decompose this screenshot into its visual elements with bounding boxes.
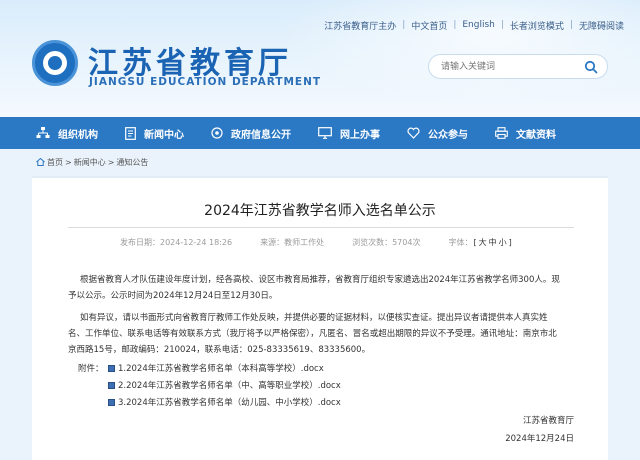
heart-icon <box>407 127 420 139</box>
article-title: 2024年江苏省教学名师入选名单公示 <box>204 203 436 219</box>
nav-item-public-participation[interactable]: 公众参与 <box>407 117 468 149</box>
attachment-name: 2.2024年江苏省教学名师名单（中、高等职业学校）.docx <box>118 381 341 391</box>
top-link-host[interactable]: 江苏省教育厅主办 <box>318 19 402 32</box>
font-size-label: 字体： <box>448 237 473 247</box>
attachment-link-2[interactable]: 2.2024年江苏省教学名师名单（中、高等职业学校）.docx <box>108 379 341 391</box>
site-logo-icon[interactable] <box>32 40 78 86</box>
paragraph-line: 名、工作单位、联系电话等有效联系方式（我厅将予以严格保密），凡匿名、冒名或超出期… <box>68 329 557 339</box>
monitor-icon <box>318 127 332 139</box>
signature-org: 江苏省教育厅 <box>522 416 574 426</box>
article-paragraph-2: 如有异议，请以书面形式向省教育厅教师工作处反映，并提供必要的证据材料，以便核实查… <box>68 310 576 326</box>
home-icon <box>36 158 45 166</box>
search-icon[interactable] <box>584 60 598 74</box>
attachment-row: 2.2024年江苏省教学名师名单（中、高等职业学校）.docx <box>78 378 341 392</box>
font-bracket: [ <box>473 237 477 247</box>
font-size-medium-button[interactable]: 中 <box>488 238 498 247</box>
site-header: 江苏省教育厅主办 | 中文首页 | English | 长者浏览模式 | 无障碍… <box>0 0 640 117</box>
attachment-row: 附件： 1.2024年江苏省教学名师名单（本科高等学校）.docx <box>78 361 324 375</box>
nav-label: 组织机构 <box>58 129 98 141</box>
breadcrumb-news[interactable]: 新闻中心 <box>74 157 106 168</box>
publish-date: 发布日期：2024-12-24 18:26 <box>120 237 233 247</box>
nav-item-online-services[interactable]: 网上办事 <box>318 117 380 149</box>
attachment-name: 1.2024年江苏省教学名师名单（本科高等学校）.docx <box>118 364 324 374</box>
article-paragraph-2-cont2: 京西路15号，邮政编码：210024，联系电话：025-83335619、833… <box>68 342 576 358</box>
printer-icon <box>495 127 508 139</box>
breadcrumb-home[interactable]: 首页 <box>47 157 63 168</box>
paragraph-line: 如有异议，请以书面形式向省教育厅教师工作处反映，并提供必要的证据材料，以便核实查… <box>80 313 548 323</box>
attachment-link-3[interactable]: 3.2024年江苏省教学名师名单（幼儿园、中小学校）.docx <box>108 396 341 408</box>
attachments-label: 附件： <box>78 364 104 374</box>
top-link-chinese-home[interactable]: 中文首页 <box>405 19 453 32</box>
font-bracket: ] <box>508 237 512 247</box>
signature-date: 2024年12月24日 <box>505 434 574 444</box>
top-link-accessibility[interactable]: 无障碍阅读 <box>573 19 630 32</box>
nav-item-organization[interactable]: 组织机构 <box>36 117 98 149</box>
logo-center <box>48 56 62 70</box>
article-meta: 发布日期：2024-12-24 18:26 来源：教师工作处 浏览次数：5704… <box>120 236 513 248</box>
attachment-link-1[interactable]: 1.2024年江苏省教学名师名单（本科高等学校）.docx <box>108 362 324 374</box>
nav-label: 网上办事 <box>340 129 380 141</box>
docx-icon <box>108 381 115 389</box>
org-chart-icon <box>36 127 50 138</box>
article-paragraph-2-cont: 名、工作单位、联系电话等有效联系方式（我厅将予以严格保密），凡匿名、冒名或超出期… <box>68 326 576 342</box>
font-size-small-button[interactable]: 小 <box>498 238 508 247</box>
article-paragraph-1-cont: 予以公示。公示时间为2024年12月24日至12月30日。 <box>68 288 576 304</box>
target-icon <box>211 127 223 139</box>
nav-label: 政府信息公开 <box>231 129 291 141</box>
attachment-name: 3.2024年江苏省教学名师名单（幼儿园、中小学校）.docx <box>118 398 341 408</box>
font-size-large-button[interactable]: 大 <box>478 238 488 247</box>
top-links: 江苏省教育厅主办 | 中文首页 | English | 长者浏览模式 | 无障碍… <box>318 18 630 32</box>
main-nav: 组织机构 新闻中心 政府信息公开 网上办事 公众参与 文献资料 <box>0 117 640 149</box>
breadcrumb-separator: > <box>65 157 72 167</box>
top-link-elder-mode[interactable]: 长者浏览模式 <box>504 19 570 32</box>
title-divider <box>68 227 574 228</box>
nav-item-gov-info[interactable]: 政府信息公开 <box>211 117 291 149</box>
search-box <box>428 54 608 79</box>
nav-label: 公众参与 <box>428 129 468 141</box>
search-input[interactable] <box>441 59 581 75</box>
site-subtitle: JIANGSU EDUCATION DEPARTMENT <box>89 76 322 88</box>
article-source: 来源：教师工作处 <box>260 237 325 247</box>
nav-label: 文献资料 <box>516 129 556 141</box>
breadcrumb-notices[interactable]: 通知公告 <box>116 157 148 168</box>
view-count: 浏览次数：5704次 <box>352 237 421 247</box>
docx-icon <box>108 364 115 372</box>
docx-icon <box>108 398 115 406</box>
font-size-switcher: [大中小] <box>472 237 512 248</box>
paragraph-line: 予以公示。公示时间为2024年12月24日至12月30日。 <box>68 291 278 301</box>
article-paragraph-1: 根据省教育人才队伍建设年度计划，经各高校、设区市教育局推荐，省教育厅组织专家遴选… <box>68 272 576 288</box>
nav-item-news[interactable]: 新闻中心 <box>125 117 184 149</box>
document-icon <box>125 126 136 140</box>
breadcrumb-separator: > <box>107 157 115 167</box>
attachment-row: 3.2024年江苏省教学名师名单（幼儿园、中小学校）.docx <box>78 395 341 409</box>
top-link-english[interactable]: English <box>456 20 501 30</box>
paragraph-line: 根据省教育人才队伍建设年度计划，经各高校、设区市教育局推荐，省教育厅组织专家遴选… <box>80 275 560 285</box>
nav-label: 新闻中心 <box>144 129 184 141</box>
paragraph-line: 京西路15号，邮政编码：210024，联系电话：025-83335619、833… <box>68 345 371 355</box>
breadcrumb: 首页 > 新闻中心 > 通知公告 <box>36 156 150 168</box>
nav-item-documents[interactable]: 文献资料 <box>495 117 556 149</box>
